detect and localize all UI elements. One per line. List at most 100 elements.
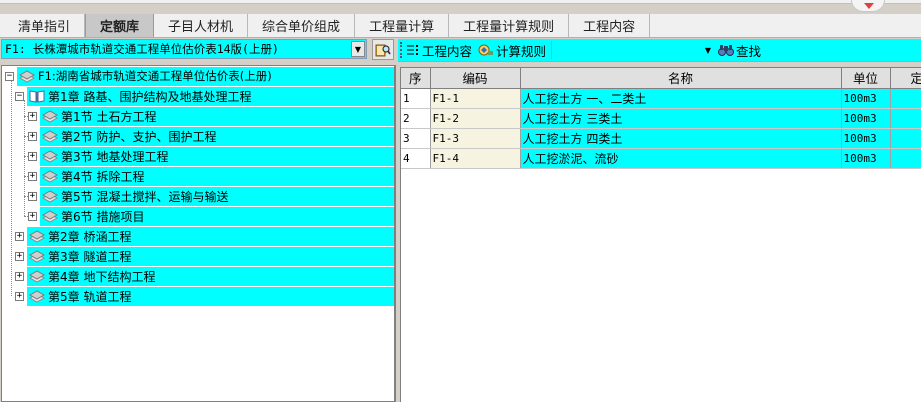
collapse-panel-icon[interactable]: [851, 0, 885, 12]
tab-work-content[interactable]: 工程内容: [569, 14, 651, 37]
row-code[interactable]: F1-2: [430, 108, 521, 129]
book-stack-icon: [42, 150, 58, 163]
row-fixed[interactable]: [890, 148, 921, 169]
search-input[interactable]: ▼: [551, 41, 714, 59]
chevron-down-icon[interactable]: ▼: [351, 41, 365, 57]
expand-icon[interactable]: +: [15, 251, 24, 261]
table-header-row: 序 编码 名称 单位 定: [401, 68, 921, 89]
table-row[interactable]: 2 F1-2 人工挖土方 三类土 100m3: [401, 108, 921, 129]
table-row[interactable]: 3 F1-3 人工挖土方 四类土 100m3: [401, 128, 921, 149]
row-name[interactable]: 人工挖土方 三类土: [520, 108, 842, 129]
tree-node-chapter-5[interactable]: + 第5章 轨道工程: [15, 286, 394, 306]
row-code[interactable]: F1-1: [430, 88, 521, 109]
work-content-label: 工程内容: [422, 43, 473, 59]
toolbar: 工程内容 计算规则 ▼ 查找: [398, 39, 921, 62]
library-pane: F1: 长株潭城市轨道交通工程单位估价表14版(上册) ▼ − F1:湖南省城市…: [0, 38, 396, 402]
expand-icon[interactable]: +: [28, 151, 37, 161]
tree-node-label: 第4章 地下结构工程: [48, 269, 156, 284]
book-stack-icon: [42, 190, 58, 203]
chapter-tree[interactable]: − F1:湖南省城市轨道交通工程单位估价表(上册) − 第1章 路基、围护结构及…: [1, 65, 396, 402]
row-fixed[interactable]: [890, 108, 921, 129]
tree-node-label: 第3节 地基处理工程: [61, 149, 169, 164]
open-book-icon: [29, 90, 45, 103]
tree-node-chapter-1[interactable]: − 第1章 路基、围护结构及地基处理工程: [15, 86, 394, 106]
tree-node-label: 第5节 混凝土搅拌、运输与输送: [61, 189, 229, 204]
library-select[interactable]: F1: 长株潭城市轨道交通工程单位估价表14版(上册) ▼: [1, 39, 367, 59]
expand-icon[interactable]: +: [15, 271, 24, 281]
tab-bill-guide[interactable]: 清单指引: [0, 14, 86, 37]
tree-node-chapter-2[interactable]: + 第2章 桥涵工程: [15, 226, 394, 246]
tree-node-section-6[interactable]: + 第6节 措施项目: [28, 206, 394, 226]
tree-node-section-5[interactable]: + 第5节 混凝土搅拌、运输与输送: [28, 186, 394, 206]
row-name[interactable]: 人工挖淤泥、流砂: [520, 148, 842, 169]
binoculars-icon: [718, 45, 735, 56]
row-code[interactable]: F1-3: [430, 128, 521, 149]
tree-node-label: 第3章 隧道工程: [48, 249, 132, 264]
tab-quota-library[interactable]: 定额库: [85, 14, 155, 37]
tree-node-section-2[interactable]: + 第2节 防护、支护、围护工程: [28, 126, 394, 146]
column-header-fixed[interactable]: 定: [890, 68, 921, 89]
tree-node-label: 第5章 轨道工程: [48, 289, 132, 304]
tree-node-label: 第1节 土石方工程: [61, 109, 157, 124]
book-stack-icon: [19, 70, 35, 83]
book-search-icon: [375, 44, 391, 56]
top-edge: [0, 0, 921, 4]
work-content-button[interactable]: 工程内容: [403, 41, 475, 60]
row-name[interactable]: 人工挖土方 四类土: [520, 128, 842, 149]
expand-icon[interactable]: +: [15, 231, 24, 241]
tree-node-section-4[interactable]: + 第4节 拆除工程: [28, 166, 394, 186]
quota-items-pane: 工程内容 计算规则 ▼ 查找 序 编码 名称 单位 1 F1-1 人工挖土方 一…: [398, 38, 921, 402]
expand-icon[interactable]: +: [15, 291, 24, 301]
row-fixed[interactable]: [890, 88, 921, 109]
tab-strip: 清单指引 定额库 子目人材机 综合单价组成 工程量计算 工程量计算规则 工程内容: [0, 14, 921, 38]
expand-icon[interactable]: +: [28, 211, 37, 221]
calc-rule-label: 计算规则: [496, 43, 547, 59]
tab-quantity-calculation[interactable]: 工程量计算: [355, 14, 450, 37]
table-row[interactable]: 1 F1-1 人工挖土方 一、二类土 100m3: [401, 88, 921, 109]
book-stack-icon: [29, 290, 45, 303]
tree-node-chapter-3[interactable]: + 第3章 隧道工程: [15, 246, 394, 266]
tree-node-label: 第2章 桥涵工程: [48, 229, 132, 244]
collapse-icon[interactable]: −: [5, 71, 14, 81]
quota-items-table[interactable]: 序 编码 名称 单位 定 1 F1-1 人工挖土方 一、二类土 100m3: [400, 67, 921, 402]
library-select-value: F1: 长株潭城市轨道交通工程单位估价表14版(上册): [5, 42, 279, 56]
tree-node-section-1[interactable]: + 第1节 土石方工程: [28, 106, 394, 126]
row-unit[interactable]: 100m3: [841, 88, 891, 109]
tree-node-root[interactable]: − F1:湖南省城市轨道交通工程单位估价表(上册): [2, 66, 394, 86]
row-seq: 4: [401, 148, 431, 169]
tree-node-section-3[interactable]: + 第3节 地基处理工程: [28, 146, 394, 166]
chevron-down-icon[interactable]: ▼: [705, 46, 711, 55]
expand-icon[interactable]: +: [28, 111, 37, 121]
row-seq: 1: [401, 88, 431, 109]
row-unit[interactable]: 100m3: [841, 148, 891, 169]
row-code[interactable]: F1-4: [430, 148, 521, 169]
tab-unit-price-composition[interactable]: 综合单价组成: [248, 14, 356, 37]
table-row[interactable]: 4 F1-4 人工挖淤泥、流砂 100m3: [401, 148, 921, 169]
locate-button[interactable]: [372, 39, 394, 60]
quota-library-window: 清单指引 定额库 子目人材机 综合单价组成 工程量计算 工程量计算规则 工程内容…: [0, 0, 921, 402]
tab-quantity-calculation-rules[interactable]: 工程量计算规则: [449, 14, 570, 37]
row-seq: 2: [401, 108, 431, 129]
book-stack-icon: [29, 250, 45, 263]
book-stack-icon: [29, 230, 45, 243]
rule-icon: [478, 44, 494, 56]
column-header-name[interactable]: 名称: [520, 68, 842, 89]
expand-icon[interactable]: +: [28, 191, 37, 201]
find-button[interactable]: 查找: [715, 41, 764, 60]
column-header-unit[interactable]: 单位: [841, 68, 891, 89]
expand-icon[interactable]: +: [28, 171, 37, 181]
row-name[interactable]: 人工挖土方 一、二类土: [520, 88, 842, 109]
tree-node-label: 第4节 拆除工程: [61, 169, 145, 184]
row-unit[interactable]: 100m3: [841, 108, 891, 129]
column-header-code[interactable]: 编码: [430, 68, 521, 89]
book-stack-icon: [42, 170, 58, 183]
tab-item-labor-material-machine[interactable]: 子目人材机: [154, 14, 249, 37]
tree-node-chapter-4[interactable]: + 第4章 地下结构工程: [15, 266, 394, 286]
collapse-icon[interactable]: −: [15, 91, 24, 101]
row-unit[interactable]: 100m3: [841, 128, 891, 149]
column-header-seq[interactable]: 序: [401, 68, 431, 89]
list-icon: [407, 45, 418, 55]
row-fixed[interactable]: [890, 128, 921, 149]
calc-rule-button[interactable]: 计算规则: [475, 41, 549, 60]
expand-icon[interactable]: +: [28, 131, 37, 141]
